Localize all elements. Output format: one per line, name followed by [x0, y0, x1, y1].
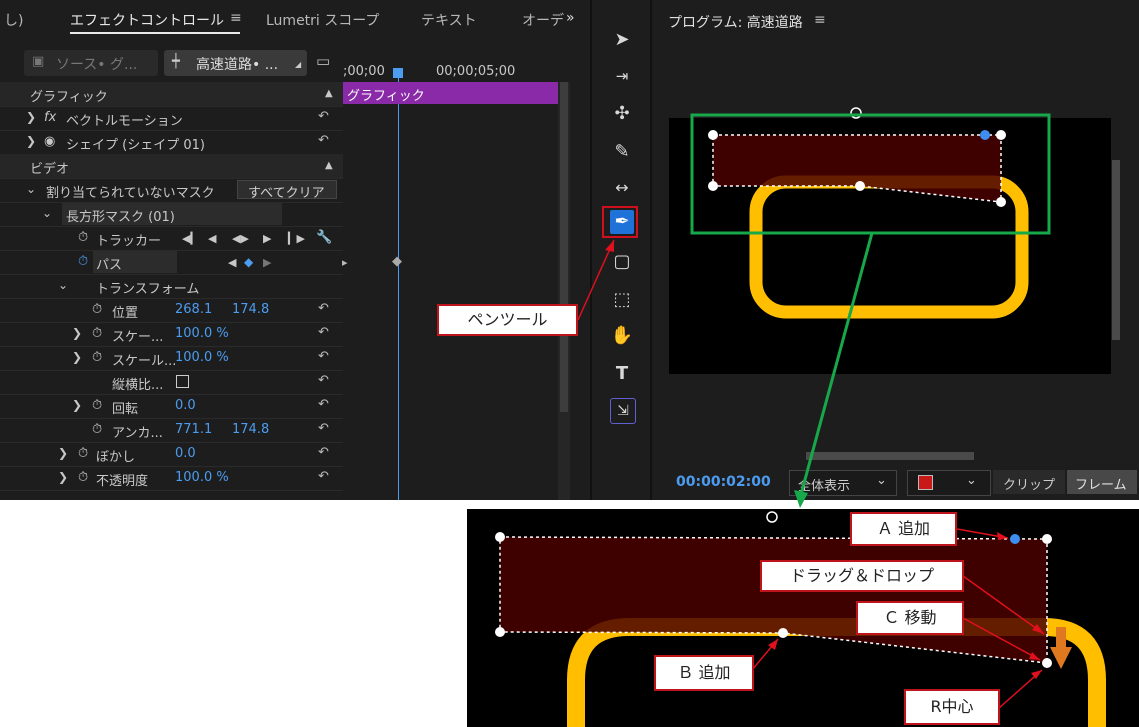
mask-vertex[interactable]: [708, 181, 718, 191]
inset-vertex: [1042, 534, 1052, 544]
callout-c-move: Ｃ 移動: [856, 601, 964, 635]
callout-a-add: Ａ 追加: [850, 512, 957, 546]
callout-b-add: Ｂ 追加: [654, 655, 754, 691]
inset-vertex: [495, 627, 505, 637]
callout-c-move-text: Ｃ 移動: [883, 608, 937, 627]
callout-r-center-text: R中心: [930, 697, 974, 716]
callout-pen-tool: ペンツール: [437, 304, 578, 336]
mask-vertex[interactable]: [996, 197, 1006, 207]
mask-vertex[interactable]: [708, 130, 718, 140]
callout-pen-tool-text: ペンツール: [467, 310, 548, 329]
callout-drag-drop: ドラッグ＆ドロップ: [760, 560, 964, 592]
inset-vertex: [495, 532, 505, 542]
callout-r-center: R中心: [904, 689, 1000, 725]
rounded-rect-shape: [749, 175, 1029, 319]
annotation-overlay: [467, 107, 1139, 727]
callout-drag-drop-text: ドラッグ＆ドロップ: [789, 566, 934, 585]
callout-a-add-text: Ａ 追加: [876, 519, 931, 538]
mask-vertex[interactable]: [855, 181, 865, 191]
callout-b-add-text: Ｂ 追加: [677, 663, 731, 682]
mask-vertex[interactable]: [996, 130, 1006, 140]
inset-vertex-a: [1010, 534, 1020, 544]
mask-vertex-selected[interactable]: [980, 130, 990, 140]
zoom-pointer-arrowhead: [794, 490, 808, 508]
inset-vertex-c: [1042, 658, 1052, 668]
inset-vertex-b: [778, 628, 788, 638]
zoom-pointer-line: [798, 232, 874, 499]
move-down-arrow-shaft: [1056, 627, 1066, 647]
